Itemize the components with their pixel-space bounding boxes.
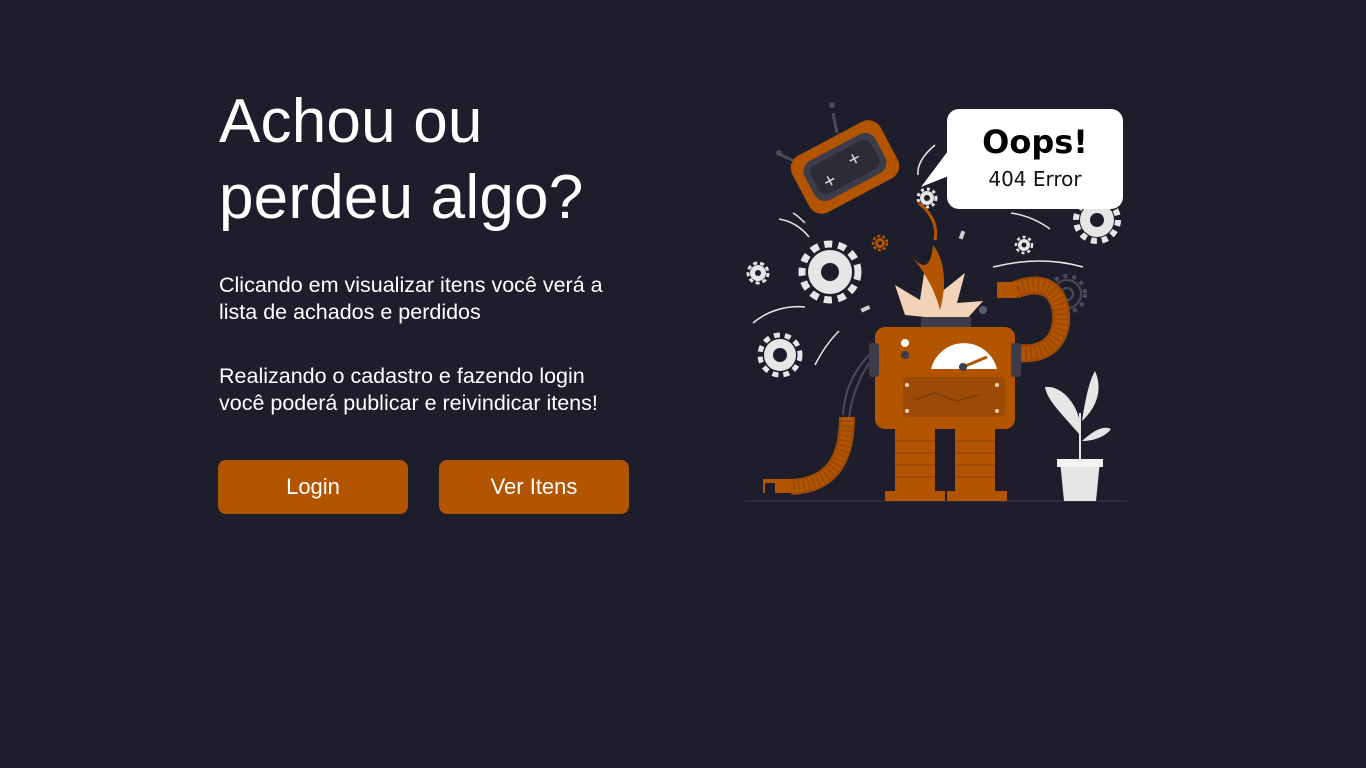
- bubble-title: Oops!: [982, 123, 1088, 161]
- hero-description-login-line2: você poderá publicar e reivindicar itens…: [219, 391, 598, 415]
- view-items-button[interactable]: Ver Itens: [439, 460, 629, 514]
- hero-title-line1: Achou ou: [219, 87, 483, 156]
- gear-icon: [798, 240, 862, 304]
- hero-description-view: Clicando em visualizar itens você verá a…: [219, 272, 679, 326]
- robot-404-illustration: Oops! 404 Error: [735, 95, 1135, 510]
- page: Achou ou perdeu algo? Clicando em visual…: [0, 0, 1366, 768]
- hero-title: Achou ou perdeu algo?: [219, 84, 679, 236]
- hero-description-view-line1: Clicando em visualizar itens você verá a: [219, 273, 603, 297]
- plant-pot-icon: [1045, 371, 1111, 501]
- gear-icon: [1014, 235, 1034, 255]
- hero-description-login: Realizando o cadastro e fazendo login vo…: [219, 363, 679, 417]
- speech-bubble: Oops! 404 Error: [921, 109, 1123, 209]
- robot-head: [776, 102, 900, 214]
- hero-title-line2: perdeu algo?: [219, 163, 584, 232]
- robot-body: [869, 317, 1021, 429]
- robot-left-arm: [763, 352, 876, 495]
- hero-description-view-line2: lista de achados e perdidos: [219, 300, 481, 324]
- gear-icon: [871, 234, 889, 252]
- hero-section: Achou ou perdeu algo? Clicando em visual…: [219, 84, 679, 417]
- gear-icon: [746, 261, 770, 285]
- robot-legs: [885, 429, 1007, 501]
- gear-icon: [979, 306, 987, 314]
- hero-description-login-line1: Realizando o cadastro e fazendo login: [219, 364, 585, 388]
- bubble-subtitle: 404 Error: [988, 167, 1082, 191]
- login-button[interactable]: Login: [218, 460, 408, 514]
- gear-icon: [757, 332, 803, 378]
